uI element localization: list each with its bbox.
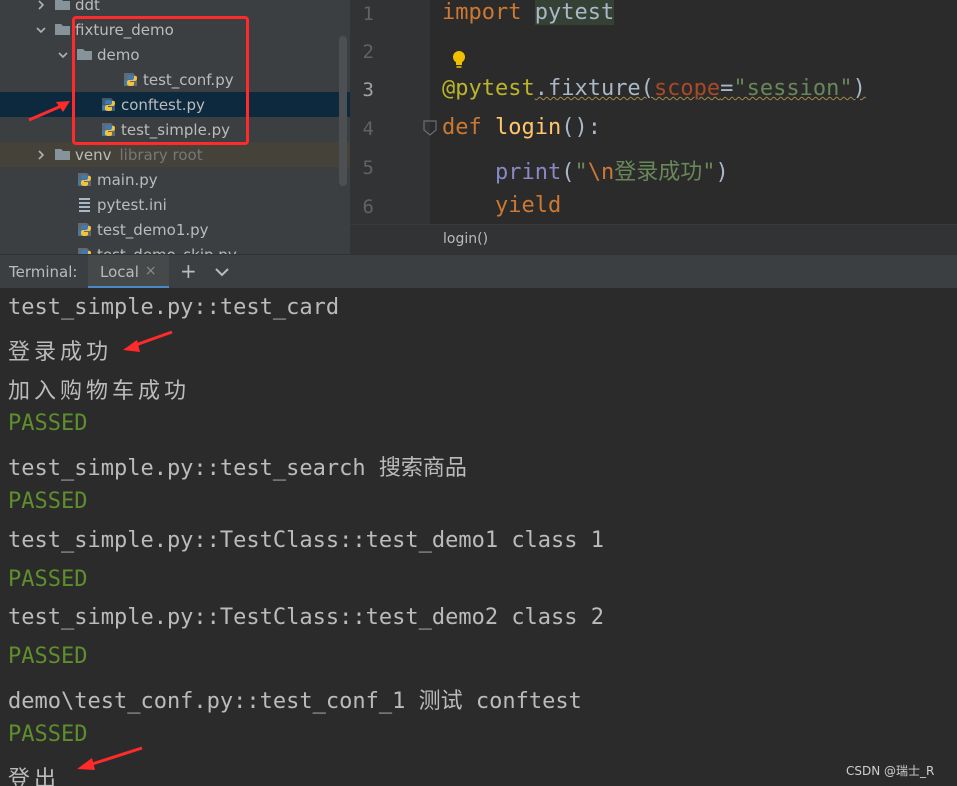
terminal-line: PASSED — [8, 566, 88, 592]
code-line-5: print("\n登录成功") — [494, 160, 729, 185]
terminal-line: 加入购物车成功 — [8, 378, 191, 404]
line-number-3: 3 — [362, 79, 374, 101]
tree-item-hint: library root — [119, 145, 203, 164]
terminal-tab-local[interactable]: Local × — [88, 255, 169, 289]
tree-item-test-demo-skip-py[interactable]: test_demo_skip.py — [0, 242, 350, 254]
line-number-1: 1 — [362, 3, 374, 25]
add-terminal-button[interactable]: + — [180, 259, 197, 283]
terminal-line: PASSED — [8, 644, 88, 670]
chevron-right-icon — [38, 0, 45, 10]
fold-marker-icon[interactable] — [423, 120, 437, 136]
chevron-down-icon[interactable] — [214, 265, 230, 279]
terminal-line: 登出 — [8, 766, 61, 786]
lightbulb-icon[interactable] — [451, 50, 467, 70]
tree-item-venv[interactable]: venv library root — [0, 142, 350, 167]
python-file-icon — [76, 171, 93, 188]
python-file-icon — [76, 221, 93, 238]
chevron-right-icon[interactable] — [34, 0, 48, 12]
tree-scrollbar[interactable] — [339, 36, 347, 186]
tree-item-test-demo1-py[interactable]: test_demo1.py — [0, 217, 350, 242]
annotation-arrow-icon — [123, 330, 173, 352]
tree-item-label: test_demo_skip.py — [97, 246, 237, 255]
chevron-down-icon — [58, 51, 68, 58]
import-keyword: import — [442, 0, 522, 25]
terminal-line: test_simple.py::TestClass::test_demo1 cl… — [8, 527, 605, 553]
chevron-down-icon[interactable] — [34, 23, 48, 37]
function-name: login — [495, 115, 562, 140]
tree-item-label: ddt — [75, 0, 100, 14]
terminal-line: 登录成功 — [8, 339, 113, 365]
editor-breadcrumb: login() — [350, 224, 957, 254]
tree-item-label: main.py — [97, 170, 158, 189]
terminal-line: PASSED — [8, 489, 88, 514]
annotation-arrow-icon — [28, 101, 70, 122]
yield-keyword: yield — [494, 193, 562, 218]
def-keyword: def — [442, 115, 482, 140]
watermark: CSDN @瑞士_R — [846, 764, 935, 778]
decorator: @pytest — [442, 76, 535, 101]
breadcrumb-item[interactable]: login() — [443, 231, 488, 247]
code-line-3: @pytest.fixture(scope="session") — [442, 76, 866, 101]
python-file-icon — [76, 246, 93, 254]
code-line-6: yield — [442, 193, 561, 218]
folder-icon — [54, 146, 71, 163]
terminal-title: Terminal: — [9, 263, 78, 281]
code-line-4: def login(): — [442, 115, 601, 140]
tree-item-label: venv — [75, 145, 112, 164]
line-number-5: 5 — [362, 157, 374, 179]
editor-gutter: 1 2 3 4 5 6 — [350, 0, 437, 224]
terminal-header: Terminal: Local × + — [0, 254, 957, 289]
tree-item-label: pytest.ini — [97, 195, 167, 214]
annotation-arrow-icon — [77, 746, 143, 770]
tree-item-label: test_demo1.py — [97, 220, 209, 239]
line-number-2: 2 — [362, 41, 374, 63]
code-editor[interactable]: 1 2 3 4 5 6 import pytest @pytest.fixtur… — [350, 0, 957, 254]
code-line-1: import pytest — [442, 0, 615, 25]
folder-icon — [54, 0, 71, 13]
folder-icon — [54, 21, 71, 38]
line-number-6: 6 — [362, 196, 374, 218]
tree-item-pytest-ini[interactable]: pytest.ini — [0, 192, 350, 217]
close-icon[interactable]: × — [145, 263, 157, 286]
line-number-4: 4 — [362, 118, 374, 140]
print-builtin: print — [494, 160, 562, 185]
highlight-box — [72, 16, 249, 145]
chevron-right-icon — [38, 149, 45, 160]
chevron-down-icon[interactable] — [56, 48, 70, 62]
terminal-tab-label: Local — [100, 263, 139, 281]
module-name: pytest — [534, 0, 615, 25]
chevron-down-icon — [36, 26, 46, 33]
chevron-right-icon[interactable] — [34, 148, 48, 162]
terminal-line: test_simple.py::test_search 搜索商品 — [8, 456, 467, 482]
tree-item-main-py[interactable]: main.py — [0, 167, 350, 192]
terminal-line: test_simple.py::TestClass::test_demo2 cl… — [8, 605, 605, 631]
terminal-line: demo\test_conf.py::test_conf_1 测试 confte… — [8, 689, 582, 714]
tree-item-ddt[interactable]: ddt — [0, 0, 350, 17]
terminal-output[interactable]: test_simple.py::test_card登录成功加入购物车成功PASS… — [0, 288, 957, 786]
decorator-call: .fixture(scope="session") — [534, 76, 866, 101]
terminal-line: test_simple.py::test_card — [8, 295, 340, 320]
terminal-line: PASSED — [8, 411, 88, 437]
ini-file-icon — [76, 196, 93, 213]
